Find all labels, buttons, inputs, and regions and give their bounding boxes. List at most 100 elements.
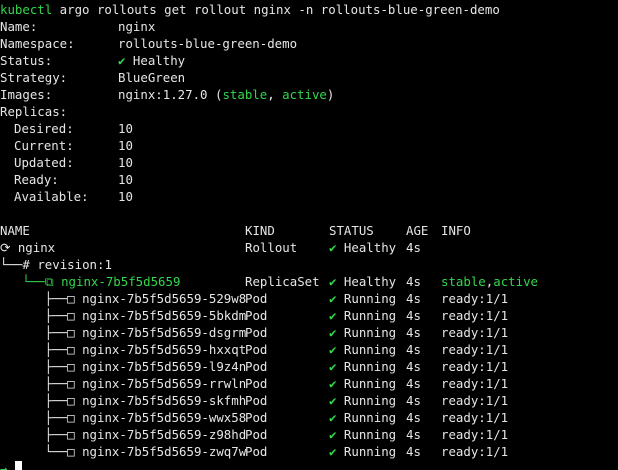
resource-kind: Pod xyxy=(245,427,268,442)
resource-age: 4s xyxy=(406,325,421,340)
resource-age: 4s xyxy=(406,427,421,442)
resource-kind: Pod xyxy=(245,444,268,459)
summary-label: Current: xyxy=(14,138,74,153)
resource-kind: Pod xyxy=(245,359,268,374)
resource-info: ready:1/1 xyxy=(441,410,509,425)
tree-branch-icon: └──# xyxy=(0,257,38,272)
resource-status: ✔ Running xyxy=(329,376,397,391)
summary-status-row: Status: ✔ Healthy xyxy=(0,52,618,69)
resource-kind: Pod xyxy=(245,291,268,306)
resource-status: ✔ Running xyxy=(329,427,397,442)
resource-age: 4s xyxy=(406,342,421,357)
table-row-pod: ├──□ nginx-7b5f5d5659-l9z4n Pod ✔ Runnin… xyxy=(0,358,618,375)
resource-info: ready:1/1 xyxy=(441,376,509,391)
resource-info: ready:1/1 xyxy=(441,325,509,340)
resource-name: nginx-7b5f5d5659 xyxy=(61,274,181,289)
resource-age: 4s xyxy=(406,444,421,459)
summary-value: 10 xyxy=(118,121,133,136)
summary-value: 10 xyxy=(118,172,133,187)
table-row-pod: ├──□ nginx-7b5f5d5659-hxxqt Pod ✔ Runnin… xyxy=(0,341,618,358)
summary-updated-row: Updated: 10 xyxy=(0,154,618,171)
summary-label: Updated: xyxy=(14,155,74,170)
summary-value: 10 xyxy=(118,138,133,153)
summary-replicas-row: Replicas: xyxy=(0,103,618,120)
resource-kind: Pod xyxy=(245,325,268,340)
pod-icon: ├──□ xyxy=(0,427,83,442)
resource-name: nginx-7b5f5d5659-z98hd xyxy=(82,427,247,442)
summary-label: Strategy: xyxy=(0,70,68,85)
status-text: Healthy xyxy=(125,53,186,68)
resource-kind: Pod xyxy=(245,410,268,425)
pod-icon: ├──□ xyxy=(0,308,83,323)
rollout-icon: ⟳ xyxy=(0,240,18,255)
pod-icon: ├──□ xyxy=(0,393,83,408)
column-header-kind: KIND xyxy=(245,223,275,238)
resource-status: ✔ Running xyxy=(329,444,397,459)
prompt-line[interactable]: → xyxy=(0,460,618,470)
pod-icon: ├──□ xyxy=(0,359,83,374)
image-tag-stable: stable xyxy=(222,87,268,102)
terminal-window[interactable]: kubectl argo rollouts get rollout nginx … xyxy=(0,0,618,470)
resource-kind: Pod xyxy=(245,308,268,323)
table-header: NAME KIND STATUS AGE INFO xyxy=(0,222,618,239)
prompt-arrow-icon: → xyxy=(0,461,15,470)
image-name: nginx:1.27.0 ( xyxy=(118,87,223,102)
summary-ready-row: Ready: 10 xyxy=(0,171,618,188)
resource-kind: Pod xyxy=(245,376,268,391)
resource-name: nginx-7b5f5d5659-l9z4n xyxy=(82,359,247,374)
resource-status: ✔ Running xyxy=(329,308,397,323)
resource-name: nginx-7b5f5d5659-dsgrm xyxy=(82,325,247,340)
image-tag-active: active xyxy=(282,87,327,102)
resource-name: nginx-7b5f5d5659-529w8 xyxy=(82,291,247,306)
table-row-pod: ├──□ nginx-7b5f5d5659-z98hd Pod ✔ Runnin… xyxy=(0,426,618,443)
summary-value: 10 xyxy=(118,189,133,204)
resource-status: ✔ Running xyxy=(329,291,397,306)
summary-available-row: Available: 10 xyxy=(0,188,618,205)
resource-info: stable,active xyxy=(441,274,538,289)
resource-info: ready:1/1 xyxy=(441,342,509,357)
summary-label: Replicas: xyxy=(0,104,68,119)
resource-age: 4s xyxy=(406,393,421,408)
resource-status: ✔ Running xyxy=(329,342,397,357)
summary-label: Status: xyxy=(0,53,53,68)
pod-icon: ├──□ xyxy=(0,291,83,306)
resource-status: ✔ Healthy xyxy=(329,274,397,289)
resource-kind: Rollout xyxy=(245,240,298,255)
resource-status: ✔ Healthy xyxy=(329,240,397,255)
summary-label: Ready: xyxy=(14,172,59,187)
resource-age: 4s xyxy=(406,240,421,255)
pod-icon: ├──□ xyxy=(0,325,83,340)
info-active: active xyxy=(493,274,538,289)
image-separator: , xyxy=(267,87,283,102)
resource-name: nginx-7b5f5d5659-5bkdm xyxy=(82,308,247,323)
resource-status: ✔ Running xyxy=(329,410,397,425)
summary-value: nginx xyxy=(118,19,156,34)
table-row-pod: ├──□ nginx-7b5f5d5659-dsgrm Pod ✔ Runnin… xyxy=(0,324,618,341)
table-row-pod: ├──□ nginx-7b5f5d5659-skfmh Pod ✔ Runnin… xyxy=(0,392,618,409)
command-line: kubectl argo rollouts get rollout nginx … xyxy=(0,1,618,18)
command-program: kubectl xyxy=(0,2,53,17)
table-row-pod: ├──□ nginx-7b5f5d5659-529w8 Pod ✔ Runnin… xyxy=(0,290,618,307)
resource-name: nginx-7b5f5d5659-rrwln xyxy=(82,376,247,391)
resource-status: ✔ Running xyxy=(329,359,397,374)
resource-age: 4s xyxy=(406,359,421,374)
summary-strategy-row: Strategy: BlueGreen xyxy=(0,69,618,86)
resource-age: 4s xyxy=(406,274,421,289)
summary-current-row: Current: 10 xyxy=(0,137,618,154)
summary-images-row: Images: nginx:1.27.0 (stable, active) xyxy=(0,86,618,103)
resource-kind: ReplicaSet xyxy=(245,274,320,289)
resource-status: ✔ Running xyxy=(329,325,397,340)
resource-age: 4s xyxy=(406,410,421,425)
summary-value: 10 xyxy=(118,155,133,170)
resource-age: 4s xyxy=(406,376,421,391)
summary-label: Namespace: xyxy=(0,36,75,51)
summary-value: rollouts-blue-green-demo xyxy=(118,36,298,51)
column-header-age: AGE xyxy=(406,223,429,238)
table-row-rollout: ⟳ nginx Rollout ✔ Healthy 4s xyxy=(0,239,618,256)
pod-icon: ├──□ xyxy=(0,376,83,391)
command-args: argo rollouts get rollout nginx -n rollo… xyxy=(52,2,500,17)
column-header-info: INFO xyxy=(441,223,471,238)
image-close: ) xyxy=(326,87,335,102)
resource-info: ready:1/1 xyxy=(441,291,509,306)
